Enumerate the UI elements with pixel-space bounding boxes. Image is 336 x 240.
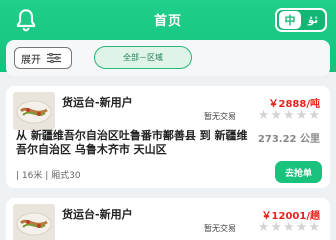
rating-stars: ★ ★ ★ ★ ★ — [258, 221, 320, 234]
rating-stars: ★ ★ ★ ★ ★ — [258, 109, 320, 122]
order-card[interactable]: 货运台-新用户 ￥12001/趟 暂无交易 ★ ★ ★ ★ ★ — [6, 198, 330, 240]
trade-status: 暂无交易 — [204, 224, 236, 233]
region-selector[interactable]: 全部－区域 — [94, 46, 192, 69]
cargo-thumbnail — [13, 92, 55, 130]
star-icon: ★ — [308, 220, 320, 235]
card-title: 货运台-新用户 — [62, 208, 133, 221]
vehicle-details: | 16米 | 厢式30 — [16, 171, 81, 181]
expand-label: 展开 — [21, 54, 41, 66]
star-icon: ★ — [257, 220, 270, 235]
lang-option-uyghur[interactable]: ئۇ — [301, 15, 325, 26]
star-icon: ★ — [295, 220, 308, 235]
route-text: 从 新疆维吾尔自治区吐鲁番市鄯善县 到 新疆维吾尔自治区 乌鲁木齐市 天山区 — [16, 129, 248, 156]
card-title: 货运台-新用户 — [62, 96, 133, 109]
filter-lines-icon — [47, 53, 61, 63]
star-icon: ★ — [283, 108, 295, 123]
grab-order-button[interactable]: 去抢单 — [275, 161, 322, 183]
expand-button[interactable]: 展开 — [14, 47, 72, 69]
star-icon: ★ — [270, 108, 283, 123]
distance-label: 273.22 公里 — [257, 134, 320, 145]
cargo-thumbnail — [13, 204, 55, 240]
star-icon: ★ — [308, 108, 320, 123]
star-icon: ★ — [257, 108, 270, 123]
language-toggle[interactable]: 中 ئۇ — [275, 8, 327, 32]
filter-bar: 展开 全部－区域 — [6, 40, 330, 76]
star-icon: ★ — [270, 220, 283, 235]
order-card[interactable]: 货运台-新用户 ￥2888/吨 暂无交易 ★ ★ ★ ★ ★ 从 新疆维吾尔自治… — [6, 86, 330, 188]
star-icon: ★ — [295, 108, 308, 123]
lang-option-chinese[interactable]: 中 — [279, 11, 301, 29]
trade-status: 暂无交易 — [204, 112, 236, 121]
star-icon: ★ — [283, 220, 295, 235]
